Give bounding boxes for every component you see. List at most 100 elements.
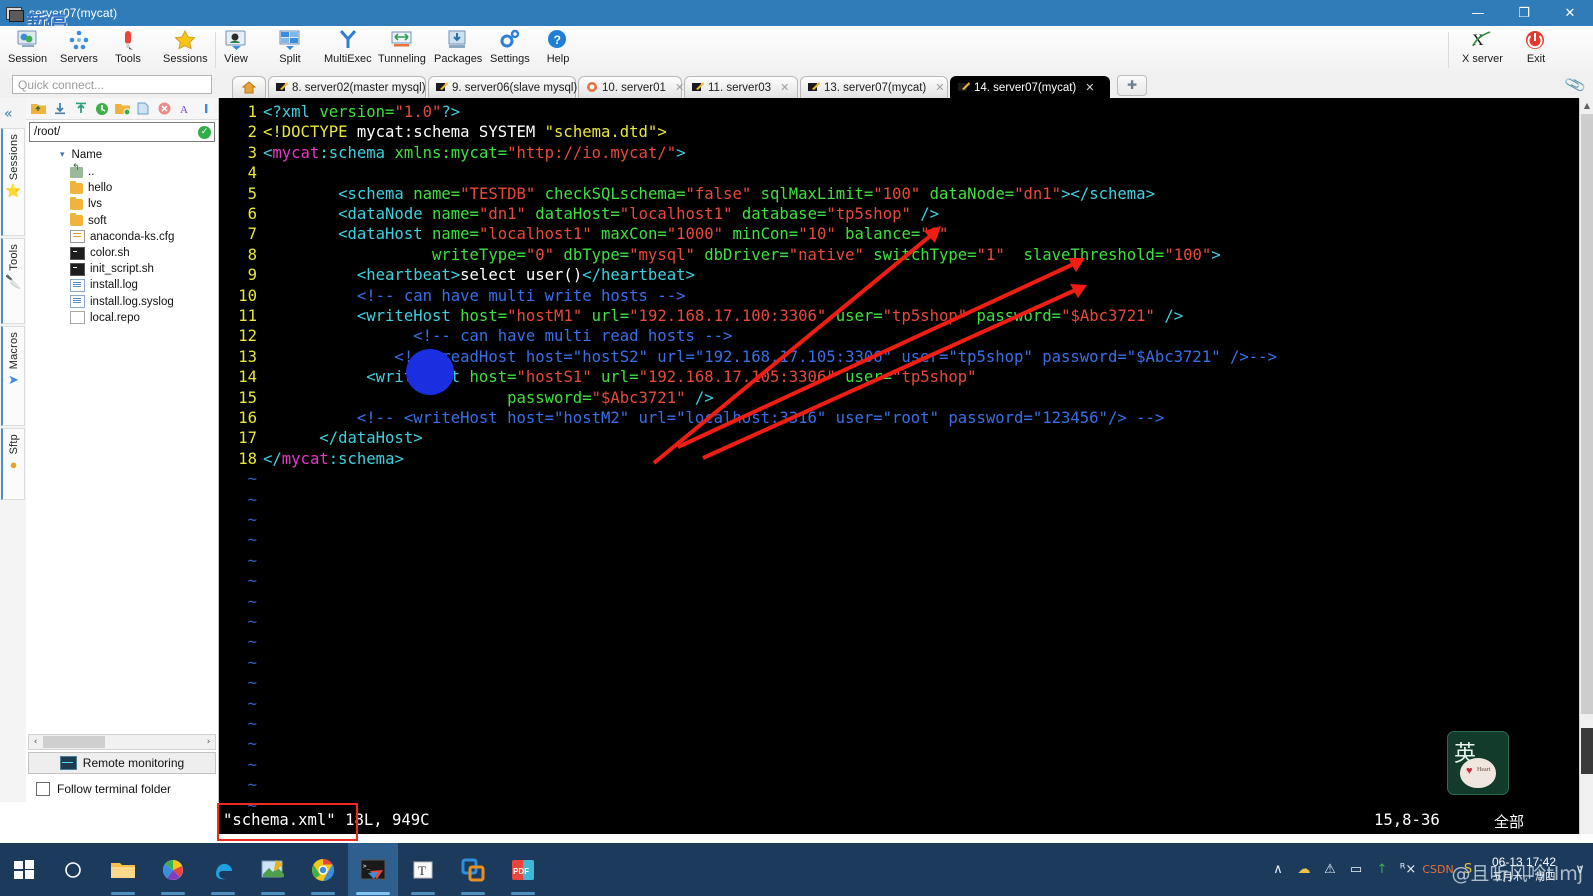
show-hidden-icon[interactable]: ∧ — [1265, 843, 1291, 896]
tab-1[interactable]: 8. server02(master mysql)✕ — [268, 76, 444, 98]
ribbon-split-button[interactable]: Split — [276, 28, 304, 65]
swiss-knife-icon: 🔪 — [5, 273, 22, 289]
maximize-button[interactable]: ❐ — [1501, 0, 1547, 26]
remote-monitoring-button[interactable]: Remote monitoring — [28, 752, 216, 774]
minimize-button[interactable]: — — [1455, 0, 1501, 26]
new-file-icon[interactable] — [134, 101, 152, 117]
download-icon[interactable] — [51, 101, 69, 117]
taskbar-clock[interactable]: 06-13 17:42 五月十一 周四 — [1481, 843, 1567, 896]
file-explorer-icon[interactable] — [98, 843, 148, 896]
file-list-item[interactable]: .. — [26, 163, 218, 180]
upload-icon[interactable] — [72, 101, 90, 117]
file-list-item[interactable]: init_script.sh — [26, 261, 218, 277]
tab-home[interactable] — [232, 76, 266, 98]
snipaste-icon[interactable] — [248, 843, 298, 896]
file-list-item[interactable]: anaconda-ks.cfg — [26, 229, 218, 245]
rail-tab-label: Sessions — [7, 134, 20, 181]
tab-2[interactable]: 9. server06(slave mysql)✕ — [428, 76, 595, 98]
terminal-view[interactable]: 1 <?xml version="1.0"?> 2 <!DOCTYPE mycat:s… — [219, 98, 1579, 822]
tab-close-icon[interactable]: ✕ — [1085, 81, 1094, 94]
checkbox-icon[interactable] — [36, 782, 50, 796]
ribbon-packages-button[interactable]: Packages — [434, 28, 482, 65]
ribbon-servers-button[interactable]: Servers — [60, 28, 98, 65]
close-button[interactable]: ✕ — [1547, 0, 1593, 26]
collapse-sidebar-button[interactable]: « — [4, 106, 13, 122]
ribbon-sessions-button[interactable]: Sessions — [163, 28, 208, 65]
tab-5[interactable]: 13. server07(mycat) ✕ — [800, 76, 948, 98]
rail-tab-label: Sftp — [7, 434, 20, 455]
ribbon-tunneling-button[interactable]: Tunneling — [378, 28, 426, 65]
ribbon-view-button[interactable]: View — [222, 28, 250, 65]
ribbon-help-button[interactable]: ? Help — [544, 28, 572, 65]
photos-icon[interactable] — [148, 843, 198, 896]
cortana-search-icon[interactable] — [48, 843, 98, 896]
file-list-item[interactable]: hello — [26, 180, 218, 196]
line-code: <?xml version="1.0"?> — [263, 103, 461, 121]
pdf-reader-icon[interactable]: PDF — [498, 843, 548, 896]
vmware-icon[interactable] — [448, 843, 498, 896]
rename-icon[interactable]: A — [176, 101, 194, 117]
tab-close-icon[interactable]: ✕ — [675, 81, 684, 94]
chrome-icon[interactable] — [298, 843, 348, 896]
line-code: <writeHost host="hostM1" url="192.168.17… — [263, 307, 1184, 325]
rail-tab-sftp[interactable]: Sftp ● — [1, 428, 25, 500]
rail-tab-tools[interactable]: Tools 🔪 — [1, 238, 25, 324]
ribbon-tools-button[interactable]: Tools — [114, 28, 142, 65]
sogou-ime-icon[interactable]: S — [1455, 843, 1481, 896]
ime-indicator[interactable]: 英 Heart — [1447, 731, 1509, 795]
tab-3[interactable]: 10. server01 ✕ — [578, 76, 684, 98]
attachment-icon[interactable]: 📎 — [1564, 73, 1587, 96]
ribbon-multiexec-button[interactable]: MultiExec — [324, 28, 372, 65]
refresh-icon[interactable] — [93, 101, 111, 117]
cloud-icon[interactable]: ☁ — [1291, 843, 1317, 896]
rail-tab-macros[interactable]: Macros ➤ — [1, 326, 25, 426]
delete-icon[interactable] — [155, 101, 173, 117]
volume-muted-icon[interactable]: ᴿ× — [1395, 843, 1421, 896]
scroll-left-icon[interactable]: ‹ — [29, 737, 42, 747]
up-folder-icon[interactable] — [30, 101, 48, 117]
remote-path-input[interactable]: /root/ ✓ — [29, 122, 215, 142]
terminal-scrollbar-thumb[interactable] — [1581, 114, 1593, 714]
csdn-icon[interactable]: CSDN — [1421, 843, 1455, 896]
file-list-item[interactable]: install.log — [26, 277, 218, 293]
file-list-item[interactable]: lvs — [26, 196, 218, 212]
typora-icon[interactable]: T — [398, 843, 448, 896]
follow-terminal-folder-checkbox[interactable]: Follow terminal folder — [36, 782, 171, 796]
update-icon[interactable]: ↑ — [1369, 843, 1395, 896]
tray-expand-icon[interactable]: ∨ — [1567, 843, 1593, 896]
quick-connect-input[interactable]: Quick connect... — [12, 75, 212, 94]
new-tab-button[interactable]: ✚ — [1117, 74, 1147, 96]
scrollbar-thumb[interactable] — [43, 736, 105, 748]
file-list-item[interactable]: local.repo — [26, 310, 218, 326]
file-panel-hscrollbar[interactable]: ‹ › — [28, 734, 216, 750]
warning-network-icon[interactable]: ⚠ — [1317, 843, 1343, 896]
rail-tab-sessions[interactable]: Sessions ⭐ — [1, 128, 25, 236]
file-list-item[interactable]: install.log.syslog — [26, 294, 218, 310]
new-folder-icon[interactable] — [114, 101, 132, 117]
x-server-icon: X — [1468, 28, 1496, 52]
info-icon[interactable] — [197, 101, 215, 117]
tab-close-icon[interactable]: ✕ — [935, 81, 944, 94]
ribbon-x-server-button[interactable]: X X server — [1462, 28, 1503, 65]
ribbon-exit-button[interactable]: Exit — [1522, 28, 1550, 65]
ribbon-settings-button[interactable]: Settings — [490, 28, 530, 65]
tab-4[interactable]: 11. server03 ✕ — [684, 76, 798, 98]
terminal-scrollbar[interactable]: ▲ — [1579, 98, 1593, 834]
star-icon: ⭐ — [5, 183, 22, 199]
file-list-header[interactable]: ▾ Name — [26, 146, 218, 164]
edge-icon[interactable] — [198, 843, 248, 896]
mobaxterm-icon[interactable]: >_ — [348, 843, 398, 896]
terminal-scrollbar-thumb-lower[interactable] — [1581, 728, 1593, 774]
scroll-up-icon[interactable]: ▲ — [1580, 98, 1593, 112]
tab-6[interactable]: 14. server07(mycat) ✕ — [950, 76, 1110, 98]
file-list-item[interactable]: soft — [26, 213, 218, 229]
line-code: <schema name="TESTDB" checkSQLschema="fa… — [263, 184, 1155, 203]
battery-icon[interactable]: ▭ — [1343, 843, 1369, 896]
tab-close-icon[interactable]: ✕ — [780, 81, 789, 94]
terminal-pencil-icon — [276, 82, 288, 93]
ribbon-session-button[interactable]: Session — [8, 28, 47, 65]
scroll-right-icon[interactable]: › — [202, 737, 215, 747]
windows-start-icon[interactable] — [0, 843, 48, 896]
file-list-item[interactable]: color.sh — [26, 245, 218, 261]
up-icon — [70, 163, 83, 178]
